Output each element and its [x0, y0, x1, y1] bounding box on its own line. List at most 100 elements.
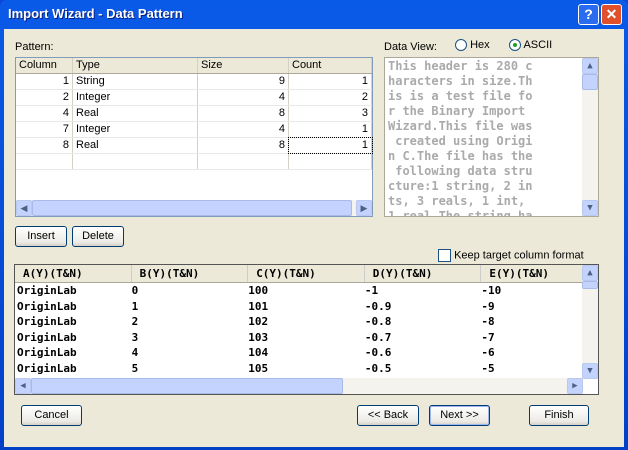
scroll-up-icon[interactable]: ▲ — [582, 58, 598, 74]
pattern-table-header: Column Type Size Count — [16, 58, 372, 74]
data-view-line: n C.The file has the — [388, 149, 533, 163]
scroll-left-icon[interactable]: ◀ — [15, 378, 31, 394]
table-cell[interactable]: 7 — [16, 122, 73, 137]
table-cell[interactable]: 8 — [198, 138, 289, 153]
delete-button[interactable]: Delete — [72, 226, 124, 247]
back-button[interactable]: << Back — [357, 405, 419, 426]
table-cell[interactable]: 2 — [289, 90, 372, 105]
table-cell[interactable]: 3 — [289, 106, 372, 121]
preview-cell: 100 — [248, 284, 269, 297]
ascii-label: ASCII — [523, 39, 553, 51]
table-cell[interactable]: 4 — [198, 122, 289, 137]
table-row[interactable]: 7 Integer 4 1 — [16, 122, 372, 138]
preview-column-header[interactable]: A(Y)(T&N) — [15, 265, 132, 282]
preview-cell: -1 — [364, 284, 379, 297]
scroll-thumb[interactable] — [32, 200, 352, 216]
table-row-empty[interactable] — [16, 154, 372, 170]
preview-column-header[interactable]: D(Y)(T&N) — [365, 265, 482, 282]
preview-column-header[interactable]: B(Y)(T&N) — [132, 265, 249, 282]
ascii-radio[interactable]: ASCII — [509, 39, 553, 52]
data-view-line: is is a test file fo — [388, 89, 533, 103]
finish-button[interactable]: Finish — [529, 405, 589, 426]
preview-column-header[interactable]: C(Y)(T&N) — [248, 265, 365, 282]
column-header-size[interactable]: Size — [198, 58, 289, 73]
data-view-line: r the Binary Import — [388, 104, 533, 118]
table-cell[interactable]: 4 — [198, 90, 289, 105]
radio-icon[interactable] — [455, 39, 467, 52]
column-header-count[interactable]: Count — [289, 58, 372, 73]
preview-cell: -7 — [481, 330, 495, 344]
keep-format-checkbox[interactable]: Keep target column format — [438, 249, 584, 262]
scroll-thumb[interactable] — [582, 281, 598, 289]
scroll-down-icon[interactable]: ▼ — [582, 363, 598, 379]
table-cell[interactable]: 1 — [289, 74, 372, 89]
preview-cell: 3 — [131, 330, 139, 344]
table-cell[interactable]: 8 — [198, 106, 289, 121]
table-row[interactable]: 1 String 9 1 — [16, 74, 372, 90]
table-row[interactable]: 4 Real 8 3 — [16, 106, 372, 122]
preview-cell: -8 — [481, 315, 495, 328]
cancel-button[interactable]: Cancel — [21, 405, 82, 426]
scroll-right-icon[interactable]: ▶ — [356, 200, 372, 216]
pattern-horizontal-scrollbar[interactable]: ◀ ▶ — [16, 200, 372, 216]
table-cell[interactable]: Integer — [73, 90, 198, 105]
data-view-line: following data stru — [388, 164, 533, 178]
data-view-line: created using Origi — [388, 134, 533, 148]
preview-cell: -0.6 — [364, 346, 392, 359]
preview-cell: 104 — [248, 346, 269, 359]
scroll-down-icon[interactable]: ▼ — [582, 200, 598, 216]
preview-cell: OriginLab — [17, 346, 77, 359]
table-row[interactable]: 8 Real 8 1 — [16, 137, 373, 154]
checkbox-icon[interactable] — [438, 249, 451, 262]
table-cell[interactable]: 2 — [16, 90, 73, 105]
preview-cell: -0.7 — [364, 330, 392, 344]
pattern-table: Column Type Size Count 1 String 9 1 2 Integer… — [15, 57, 373, 217]
insert-button[interactable]: Insert — [15, 226, 67, 247]
next-button[interactable]: Next >> — [429, 405, 490, 426]
preview-cell: 4 — [131, 346, 139, 359]
preview-vertical-scrollbar[interactable]: ▲ ▼ — [582, 265, 598, 379]
data-view-text[interactable]: This header is 280 c haracters in size.Th… — [384, 57, 599, 217]
data-view-line: haracters in size.Th — [388, 74, 533, 88]
scroll-left-icon[interactable]: ◀ — [16, 200, 32, 216]
table-cell[interactable]: 1 — [288, 137, 373, 154]
scroll-up-icon[interactable]: ▲ — [582, 265, 598, 281]
table-cell[interactable]: 4 — [16, 106, 73, 121]
help-button[interactable]: ? — [578, 4, 599, 25]
preview-cell: OriginLab — [17, 330, 77, 344]
preview-column-header[interactable]: E(Y)(T&N) — [481, 265, 598, 282]
preview-grid: A(Y)(T&N) B(Y)(T&N) C(Y)(T&N) D(Y)(T&N) E(Y)… — [14, 264, 599, 395]
table-cell[interactable]: 9 — [198, 74, 289, 89]
table-cell[interactable]: 1 — [289, 122, 372, 137]
close-button[interactable]: ✕ — [601, 4, 622, 25]
table-cell[interactable]: Integer — [73, 122, 198, 137]
data-view-vertical-scrollbar[interactable]: ▲ ▼ — [582, 58, 598, 216]
table-cell[interactable]: Real — [73, 138, 198, 153]
scroll-thumb[interactable] — [31, 378, 343, 394]
window-title: Import Wizard - Data Pattern — [8, 6, 183, 21]
preview-cell: -6 — [481, 346, 495, 359]
hex-radio[interactable]: Hex — [455, 39, 490, 52]
table-cell[interactable]: 8 — [16, 138, 73, 153]
column-header-column[interactable]: Column — [16, 58, 73, 73]
data-view-line: This header is 280 c — [388, 59, 533, 73]
preview-cell: 2 — [131, 315, 139, 328]
table-cell[interactable]: 1 — [16, 74, 73, 89]
radio-selected-icon[interactable] — [509, 39, 521, 52]
data-view-line: cture:1 string, 2 in — [388, 179, 533, 193]
preview-cell: 103 — [248, 330, 269, 344]
scroll-right-icon[interactable]: ▶ — [567, 378, 583, 394]
preview-cell: 0 — [131, 284, 139, 297]
table-row[interactable]: 2 Integer 4 2 — [16, 90, 372, 106]
preview-cell: OriginLab — [17, 361, 77, 375]
scroll-thumb[interactable] — [582, 74, 598, 90]
data-view-line: Wizard.This file was — [388, 119, 533, 133]
table-cell[interactable]: Real — [73, 106, 198, 121]
table-cell[interactable]: String — [73, 74, 198, 89]
preview-horizontal-scrollbar[interactable]: ◀ ▶ — [15, 378, 583, 394]
data-view-line: ts, 3 reals, 1 int, — [388, 194, 533, 208]
preview-cell: -9 — [481, 299, 495, 313]
preview-row: OriginLab 2 102 -0.8 -8 — [15, 314, 598, 330]
preview-cell: 101 — [248, 299, 269, 313]
column-header-type[interactable]: Type — [73, 58, 198, 73]
